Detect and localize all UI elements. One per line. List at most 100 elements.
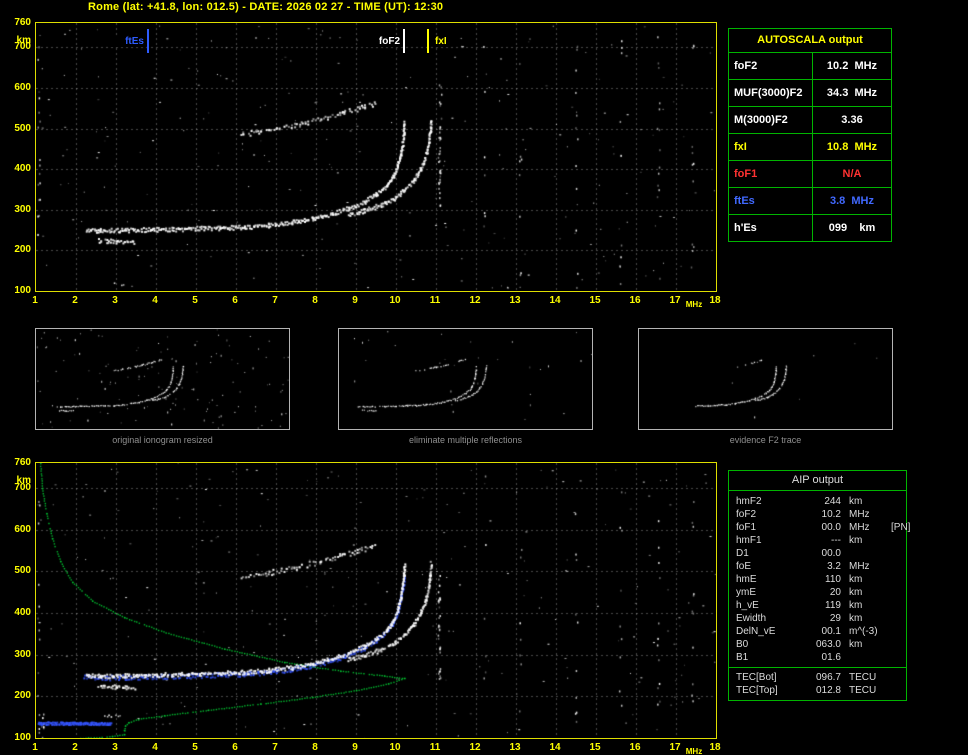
marker-line-ftEs — [147, 29, 149, 53]
thumb-reflections-canvas — [339, 329, 592, 429]
aip-param-value: 00.0 — [821, 522, 841, 533]
aip-row-foE: foE 3.2 MHz — [729, 560, 906, 573]
autoscala-row-ftEs: ftEs 3.8 MHz — [729, 188, 891, 215]
x-axis-label-top: 4 — [152, 295, 158, 306]
aip-param-unit: km — [849, 574, 863, 585]
x-axis-label-top: 7 — [272, 295, 278, 306]
aip-param-unit: km — [849, 587, 863, 598]
aip-param-value: 00.0 — [821, 548, 841, 559]
marker-label-ftEs: ftEs — [108, 36, 146, 47]
autoscala-row-foF2: foF2 10.2 MHz — [729, 53, 891, 80]
autoscala-row-foF1: foF1 N/A — [729, 161, 891, 188]
aip-row-hmF1: hmF1 --- km — [729, 534, 906, 547]
y-axis-label-bottom: 200 — [14, 690, 31, 702]
x-axis-label-top: 10 — [389, 295, 401, 306]
thumb-caption-reflections: eliminate multiple reflections — [408, 435, 523, 445]
aip-row-B1: B1 01.6 — [729, 651, 906, 664]
aip-param-label: ymE — [736, 587, 756, 598]
y-axis-unit-top: km — [16, 35, 31, 46]
x-axis-label-top: 3 — [112, 295, 118, 306]
autoscala-param-value: 3.8 MHz — [829, 195, 874, 207]
autoscala-row-fxI: fxI 10.8 MHz — [729, 134, 891, 161]
y-axis-label-bottom: 600 — [14, 523, 31, 535]
aip-row-Ewidth: Ewidth 29 km — [729, 612, 906, 625]
autoscala-param-value: 3.36 — [841, 114, 863, 126]
x-axis-label-bottom: 12 — [469, 742, 481, 753]
aip-param-label: foF2 — [736, 509, 757, 520]
aip-row-foF2: foF2 10.2 MHz — [729, 508, 906, 521]
header-title: Rome (lat: +41.8, lon: 012.5) - DATE: 20… — [88, 1, 444, 13]
aip-param-value: 110 — [825, 574, 841, 585]
aip-param-value: 29 — [829, 613, 841, 624]
aip-row-ymE: ymE 20 km — [729, 586, 906, 599]
aip-param-value: --- — [831, 535, 841, 546]
x-axis-label-bottom: 3 — [112, 742, 118, 753]
y-axis-label-bottom: 400 — [14, 607, 31, 618]
x-axis-label-top: 13 — [509, 295, 521, 306]
aip-param-unit: km — [849, 535, 863, 546]
x-axis-label-top: 9 — [352, 295, 358, 306]
x-axis-label-bottom: 10 — [389, 742, 401, 753]
aip-row-foF1: foF1 00.0 MHz [PN] — [729, 521, 910, 534]
aip-param-label: B1 — [736, 652, 749, 663]
marker-line-foF2 — [403, 29, 405, 53]
aip-row-D1: D1 00.0 — [729, 547, 906, 560]
x-axis-label-bottom: 9 — [352, 742, 358, 753]
x-axis-label-top: 15 — [589, 295, 601, 306]
y-axis-label-top: 500 — [14, 122, 31, 134]
aip-param-unit: km — [849, 613, 863, 624]
x-axis-label-bottom: 15 — [589, 742, 601, 753]
aip-row-TEC[Top]: TEC[Top] 012.8 TECU — [729, 684, 906, 697]
aip-param-label: D1 — [736, 548, 749, 559]
x-axis-unit-bottom: MHz — [685, 747, 703, 755]
aip-param-value: 10.2 — [821, 509, 841, 520]
autoscala-param-value: N/A — [842, 168, 862, 180]
aip-param-unit: MHz — [849, 522, 870, 533]
aip-table-rows: hmF2 244 km foF2 10.2 MHz foF1 00.0 MHz [PN] hmF1 -… — [729, 495, 910, 664]
aip-param-value: 20 — [829, 587, 841, 598]
aip-param-value: 01.6 — [821, 652, 841, 663]
main-ionogram-plot: ftEs foF2 fxI — [35, 22, 717, 292]
marker-label-foF2: foF2 — [364, 36, 402, 47]
thumb-caption-original: original ionogram resized — [112, 435, 213, 445]
thumb-original-canvas — [36, 329, 289, 429]
aip-param-unit: MHz — [849, 509, 870, 520]
thumb-caption-f2: evidence F2 trace — [729, 435, 802, 445]
x-axis-unit-top: MHz — [685, 300, 703, 309]
autoscala-app-window: Rome (lat: +41.8, lon: 012.5) - DATE: 20… — [0, 0, 968, 755]
ionogram-marker-layer: ftEs foF2 fxI — [36, 23, 716, 291]
thumb-f2-trace-evidence — [638, 328, 893, 430]
y-axis-label-top: 760 — [14, 17, 31, 28]
aip-param-value: 119 — [825, 600, 841, 611]
aip-row-DelN_vE: DelN_vE 00.1 m^(-3) — [729, 625, 906, 638]
x-axis-label-top: 11 — [429, 295, 441, 306]
autoscala-table-title: AUTOSCALA output — [729, 29, 891, 53]
autoscala-param-value: 10.8 MHz — [826, 141, 878, 153]
marker-label-fxI: fxI — [433, 36, 449, 47]
aip-param-unit: km — [849, 600, 863, 611]
aip-param-label: foE — [736, 561, 752, 572]
y-axis-label-top: 600 — [14, 81, 31, 93]
autoscala-param-label: fxI — [729, 134, 813, 160]
x-axis-label-bottom: 8 — [312, 742, 318, 753]
profile-ionogram-plot — [35, 462, 717, 739]
y-axis-label-bottom: 760 — [14, 457, 31, 468]
aip-param-value: 3.2 — [827, 561, 841, 572]
aip-param-label: hmF1 — [736, 535, 762, 546]
aip-row-B0: B0 063.0 km — [729, 638, 906, 651]
x-axis-label-top: 5 — [192, 295, 198, 306]
y-axis-label-bottom: 300 — [14, 648, 31, 660]
autoscala-row-h'Es: h'Es 099 km — [729, 215, 891, 241]
aip-param-unit: TECU — [849, 685, 877, 696]
x-axis-label-bottom: 2 — [72, 742, 78, 753]
x-axis-label-bottom: 13 — [509, 742, 521, 753]
y-axis-unit-bottom: km — [16, 475, 31, 486]
x-axis-label-top: 16 — [629, 295, 641, 306]
x-axis-label-bottom: 16 — [629, 742, 641, 753]
aip-row-h_vE: h_vE 119 km — [729, 599, 906, 612]
aip-param-unit — [841, 547, 891, 560]
autoscala-param-label: foF2 — [729, 53, 813, 79]
aip-tec-rows: TEC[Bot] 096.7 TECU TEC[Top] 012.8 TECU — [729, 667, 906, 697]
y-axis-label-bottom: 500 — [14, 565, 31, 577]
aip-param-unit: MHz — [849, 561, 870, 572]
